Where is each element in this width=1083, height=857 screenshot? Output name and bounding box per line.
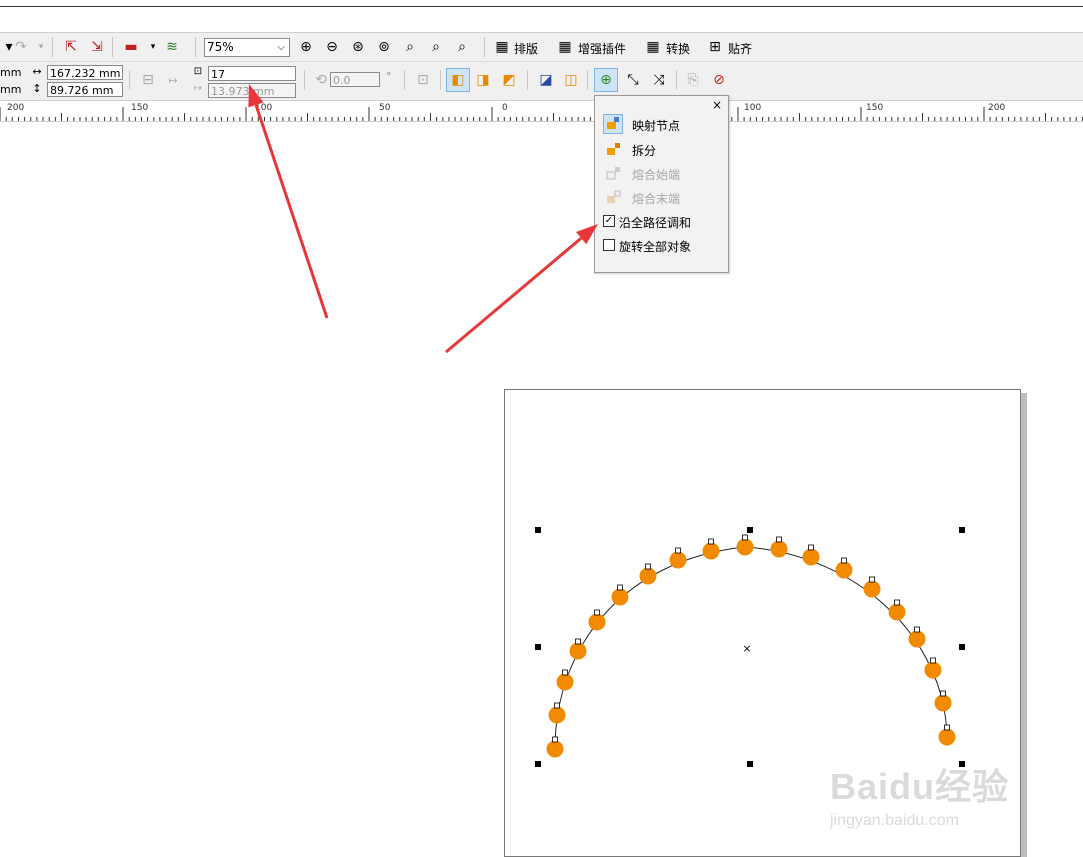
blend-dot xyxy=(669,551,687,569)
fuse-end-icon xyxy=(605,190,623,206)
blend-node xyxy=(742,534,748,541)
menu-item-rotate-all-objects[interactable]: 旋转全部对象 xyxy=(595,235,726,257)
blend-node xyxy=(894,599,900,606)
blend-node xyxy=(944,724,950,731)
watermark: Baidu经验 jingyan.baidu.com xyxy=(830,758,1030,838)
blend-drawing[interactable]: × xyxy=(0,0,1083,857)
checkbox-checked-icon[interactable]: ✓ xyxy=(603,215,615,227)
menu-item-label: 熔合始端 xyxy=(632,168,681,182)
blend-node xyxy=(562,669,568,676)
blend-node xyxy=(930,657,936,664)
fuse-start-icon xyxy=(605,166,623,182)
blend-node xyxy=(869,576,875,583)
menu-item-label: 映射节点 xyxy=(632,119,681,133)
menu-item-label: 旋转全部对象 xyxy=(619,240,692,254)
menu-item-map-nodes[interactable]: 映射节点 xyxy=(595,114,726,136)
menu-item-label: 拆分 xyxy=(632,144,657,158)
blend-dot xyxy=(702,542,720,560)
blend-dot xyxy=(556,673,574,691)
blend-dot xyxy=(639,567,657,585)
blend-dot xyxy=(588,613,606,631)
blend-dot xyxy=(569,642,587,660)
menu-item-split[interactable]: 拆分 xyxy=(595,139,726,161)
blend-dot xyxy=(924,661,942,679)
center-mark-icon: × xyxy=(742,642,751,655)
blend-dot xyxy=(548,706,566,724)
menu-item-fuse-start[interactable]: 熔合始端 xyxy=(595,163,726,185)
blend-node xyxy=(776,536,782,543)
blend-dot xyxy=(934,694,952,712)
blend-dot xyxy=(835,561,853,579)
blend-node xyxy=(645,563,651,570)
blend-dot xyxy=(863,580,881,598)
selection-handle[interactable] xyxy=(959,527,965,533)
selection-handle[interactable] xyxy=(747,761,753,767)
blend-dot xyxy=(546,740,564,758)
blend-node xyxy=(841,557,847,564)
selection-handle[interactable] xyxy=(535,527,541,533)
menu-item-label: 沿全路径调和 xyxy=(619,216,692,230)
blend-node xyxy=(675,547,681,554)
selection-handle[interactable] xyxy=(959,644,965,650)
blend-node xyxy=(554,702,560,709)
blend-node xyxy=(914,626,920,633)
blend-dot xyxy=(736,538,754,556)
blend-dot xyxy=(908,630,926,648)
blend-dot xyxy=(938,728,956,746)
blend-node xyxy=(940,690,946,697)
watermark-url: jingyan.baidu.com xyxy=(830,812,959,829)
blend-node xyxy=(708,538,714,545)
blend-node xyxy=(552,736,558,743)
blend-node xyxy=(575,638,581,645)
blend-dot xyxy=(802,548,820,566)
blend-node xyxy=(617,584,623,591)
menu-item-blend-along-full-path[interactable]: ✓ 沿全路径调和 xyxy=(595,211,726,233)
checkbox-unchecked-icon[interactable] xyxy=(603,239,615,251)
selection-handle[interactable] xyxy=(535,761,541,767)
blend-node xyxy=(808,544,814,551)
close-icon[interactable]: × xyxy=(712,98,722,112)
menu-item-label: 熔合末端 xyxy=(632,192,681,206)
blend-node xyxy=(594,609,600,616)
split-icon xyxy=(605,142,623,158)
blend-dot xyxy=(770,540,788,558)
map-nodes-icon xyxy=(603,114,623,134)
blend-dot xyxy=(888,603,906,621)
menu-item-fuse-end[interactable]: 熔合末端 xyxy=(595,187,726,209)
selection-handle[interactable] xyxy=(747,527,753,533)
watermark-logo: Baidu经验 xyxy=(830,766,1010,807)
blend-options-menu: × 映射节点 拆分 熔合始端 熔合末端 ✓ 沿全路径调和 旋转全部对象 xyxy=(594,95,729,273)
blend-dot xyxy=(611,588,629,606)
selection-handle[interactable] xyxy=(535,644,541,650)
